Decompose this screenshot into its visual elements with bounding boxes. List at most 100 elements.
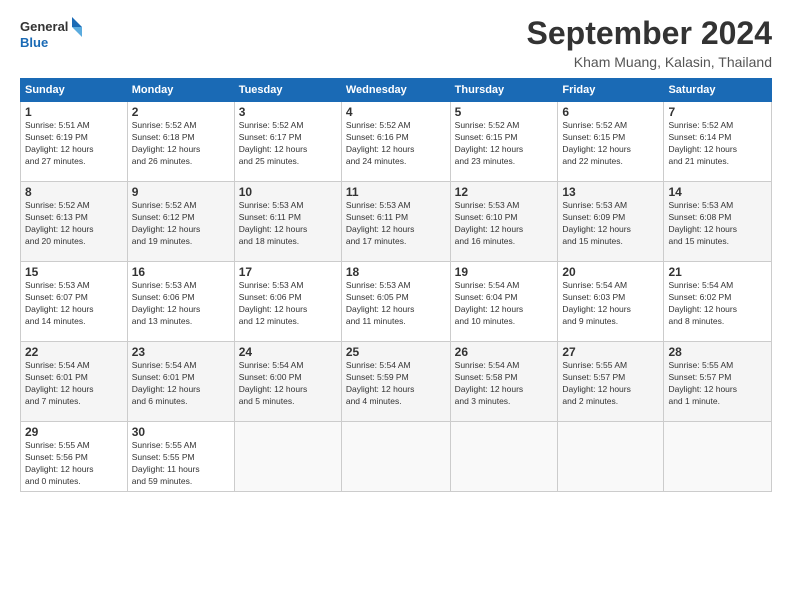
- day-number: 17: [239, 265, 337, 279]
- day-number: 7: [668, 105, 767, 119]
- day-info: Sunrise: 5:53 AM Sunset: 6:06 PM Dayligh…: [239, 280, 337, 328]
- weekday-header-row: Sunday Monday Tuesday Wednesday Thursday…: [21, 79, 772, 102]
- table-row: 21Sunrise: 5:54 AM Sunset: 6:02 PM Dayli…: [664, 262, 772, 342]
- day-number: 28: [668, 345, 767, 359]
- general-blue-logo: General Blue: [20, 15, 85, 55]
- day-info: Sunrise: 5:52 AM Sunset: 6:13 PM Dayligh…: [25, 200, 123, 248]
- day-info: Sunrise: 5:54 AM Sunset: 6:02 PM Dayligh…: [668, 280, 767, 328]
- day-info: Sunrise: 5:53 AM Sunset: 6:06 PM Dayligh…: [132, 280, 230, 328]
- svg-text:Blue: Blue: [20, 35, 48, 50]
- table-row: [341, 422, 450, 492]
- day-info: Sunrise: 5:52 AM Sunset: 6:15 PM Dayligh…: [562, 120, 659, 168]
- day-number: 10: [239, 185, 337, 199]
- table-row: 19Sunrise: 5:54 AM Sunset: 6:04 PM Dayli…: [450, 262, 558, 342]
- table-row: 10Sunrise: 5:53 AM Sunset: 6:11 PM Dayli…: [234, 182, 341, 262]
- table-row: 12Sunrise: 5:53 AM Sunset: 6:10 PM Dayli…: [450, 182, 558, 262]
- table-row: 11Sunrise: 5:53 AM Sunset: 6:11 PM Dayli…: [341, 182, 450, 262]
- day-info: Sunrise: 5:54 AM Sunset: 6:01 PM Dayligh…: [132, 360, 230, 408]
- header-friday: Friday: [558, 79, 664, 102]
- day-info: Sunrise: 5:52 AM Sunset: 6:16 PM Dayligh…: [346, 120, 446, 168]
- table-row: 2Sunrise: 5:52 AM Sunset: 6:18 PM Daylig…: [127, 102, 234, 182]
- table-row: 3Sunrise: 5:52 AM Sunset: 6:17 PM Daylig…: [234, 102, 341, 182]
- day-info: Sunrise: 5:55 AM Sunset: 5:55 PM Dayligh…: [132, 440, 230, 488]
- day-number: 4: [346, 105, 446, 119]
- table-row: 15Sunrise: 5:53 AM Sunset: 6:07 PM Dayli…: [21, 262, 128, 342]
- day-number: 2: [132, 105, 230, 119]
- day-info: Sunrise: 5:54 AM Sunset: 6:01 PM Dayligh…: [25, 360, 123, 408]
- day-number: 16: [132, 265, 230, 279]
- day-info: Sunrise: 5:52 AM Sunset: 6:12 PM Dayligh…: [132, 200, 230, 248]
- table-row: 30Sunrise: 5:55 AM Sunset: 5:55 PM Dayli…: [127, 422, 234, 492]
- table-row: 1Sunrise: 5:51 AM Sunset: 6:19 PM Daylig…: [21, 102, 128, 182]
- table-row: 4Sunrise: 5:52 AM Sunset: 6:16 PM Daylig…: [341, 102, 450, 182]
- day-info: Sunrise: 5:53 AM Sunset: 6:09 PM Dayligh…: [562, 200, 659, 248]
- day-info: Sunrise: 5:54 AM Sunset: 5:58 PM Dayligh…: [455, 360, 554, 408]
- header-monday: Monday: [127, 79, 234, 102]
- day-info: Sunrise: 5:53 AM Sunset: 6:10 PM Dayligh…: [455, 200, 554, 248]
- table-row: 29Sunrise: 5:55 AM Sunset: 5:56 PM Dayli…: [21, 422, 128, 492]
- day-number: 15: [25, 265, 123, 279]
- day-number: 13: [562, 185, 659, 199]
- day-number: 1: [25, 105, 123, 119]
- svg-text:General: General: [20, 19, 68, 34]
- day-number: 25: [346, 345, 446, 359]
- day-info: Sunrise: 5:53 AM Sunset: 6:11 PM Dayligh…: [239, 200, 337, 248]
- table-row: 20Sunrise: 5:54 AM Sunset: 6:03 PM Dayli…: [558, 262, 664, 342]
- day-number: 5: [455, 105, 554, 119]
- table-row: [234, 422, 341, 492]
- table-row: 9Sunrise: 5:52 AM Sunset: 6:12 PM Daylig…: [127, 182, 234, 262]
- day-number: 29: [25, 425, 123, 439]
- table-row: 7Sunrise: 5:52 AM Sunset: 6:14 PM Daylig…: [664, 102, 772, 182]
- day-info: Sunrise: 5:52 AM Sunset: 6:15 PM Dayligh…: [455, 120, 554, 168]
- calendar: Sunday Monday Tuesday Wednesday Thursday…: [20, 78, 772, 492]
- table-row: 17Sunrise: 5:53 AM Sunset: 6:06 PM Dayli…: [234, 262, 341, 342]
- day-number: 8: [25, 185, 123, 199]
- day-number: 19: [455, 265, 554, 279]
- table-row: 27Sunrise: 5:55 AM Sunset: 5:57 PM Dayli…: [558, 342, 664, 422]
- header: General Blue September 2024 Kham Muang, …: [20, 15, 772, 70]
- table-row: [664, 422, 772, 492]
- table-row: 6Sunrise: 5:52 AM Sunset: 6:15 PM Daylig…: [558, 102, 664, 182]
- table-row: 22Sunrise: 5:54 AM Sunset: 6:01 PM Dayli…: [21, 342, 128, 422]
- day-info: Sunrise: 5:55 AM Sunset: 5:57 PM Dayligh…: [668, 360, 767, 408]
- day-number: 3: [239, 105, 337, 119]
- table-row: 16Sunrise: 5:53 AM Sunset: 6:06 PM Dayli…: [127, 262, 234, 342]
- day-number: 12: [455, 185, 554, 199]
- table-row: 28Sunrise: 5:55 AM Sunset: 5:57 PM Dayli…: [664, 342, 772, 422]
- day-info: Sunrise: 5:54 AM Sunset: 6:00 PM Dayligh…: [239, 360, 337, 408]
- day-number: 11: [346, 185, 446, 199]
- day-info: Sunrise: 5:51 AM Sunset: 6:19 PM Dayligh…: [25, 120, 123, 168]
- day-number: 6: [562, 105, 659, 119]
- logo: General Blue: [20, 15, 85, 55]
- table-row: [450, 422, 558, 492]
- day-info: Sunrise: 5:53 AM Sunset: 6:05 PM Dayligh…: [346, 280, 446, 328]
- page: General Blue September 2024 Kham Muang, …: [0, 0, 792, 612]
- day-number: 23: [132, 345, 230, 359]
- day-info: Sunrise: 5:55 AM Sunset: 5:56 PM Dayligh…: [25, 440, 123, 488]
- day-info: Sunrise: 5:54 AM Sunset: 6:04 PM Dayligh…: [455, 280, 554, 328]
- day-info: Sunrise: 5:55 AM Sunset: 5:57 PM Dayligh…: [562, 360, 659, 408]
- table-row: 14Sunrise: 5:53 AM Sunset: 6:08 PM Dayli…: [664, 182, 772, 262]
- table-row: 25Sunrise: 5:54 AM Sunset: 5:59 PM Dayli…: [341, 342, 450, 422]
- day-number: 22: [25, 345, 123, 359]
- day-info: Sunrise: 5:53 AM Sunset: 6:07 PM Dayligh…: [25, 280, 123, 328]
- day-info: Sunrise: 5:52 AM Sunset: 6:18 PM Dayligh…: [132, 120, 230, 168]
- header-wednesday: Wednesday: [341, 79, 450, 102]
- day-info: Sunrise: 5:54 AM Sunset: 5:59 PM Dayligh…: [346, 360, 446, 408]
- day-info: Sunrise: 5:53 AM Sunset: 6:08 PM Dayligh…: [668, 200, 767, 248]
- table-row: 26Sunrise: 5:54 AM Sunset: 5:58 PM Dayli…: [450, 342, 558, 422]
- table-row: 23Sunrise: 5:54 AM Sunset: 6:01 PM Dayli…: [127, 342, 234, 422]
- day-info: Sunrise: 5:52 AM Sunset: 6:14 PM Dayligh…: [668, 120, 767, 168]
- day-number: 14: [668, 185, 767, 199]
- location: Kham Muang, Kalasin, Thailand: [527, 54, 772, 70]
- header-sunday: Sunday: [21, 79, 128, 102]
- day-number: 20: [562, 265, 659, 279]
- day-number: 24: [239, 345, 337, 359]
- day-number: 9: [132, 185, 230, 199]
- day-info: Sunrise: 5:54 AM Sunset: 6:03 PM Dayligh…: [562, 280, 659, 328]
- day-number: 21: [668, 265, 767, 279]
- table-row: 24Sunrise: 5:54 AM Sunset: 6:00 PM Dayli…: [234, 342, 341, 422]
- day-number: 30: [132, 425, 230, 439]
- table-row: [558, 422, 664, 492]
- day-info: Sunrise: 5:52 AM Sunset: 6:17 PM Dayligh…: [239, 120, 337, 168]
